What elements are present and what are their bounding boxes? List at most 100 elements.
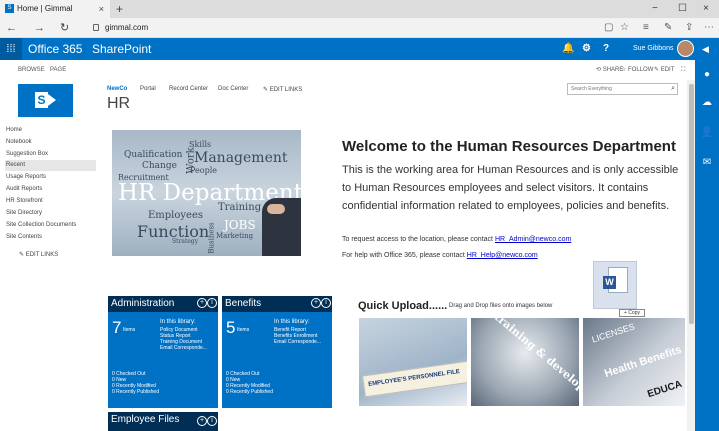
tile-items-label: Items <box>123 327 136 333</box>
office365-title[interactable]: Office 365 <box>28 38 82 60</box>
collapse-panel-icon[interactable]: ◀ <box>702 38 709 60</box>
hr-admin-email-link[interactable]: HR_Admin@newco.com <box>495 236 571 243</box>
quick-upload-subtitle: Drag and Drop files onto images below <box>449 303 553 309</box>
pencil-icon: ✎ <box>19 252 26 258</box>
share-icon[interactable]: ⇪ <box>685 18 693 38</box>
scrollbar-thumb[interactable] <box>689 84 694 324</box>
add-icon[interactable]: + <box>311 298 321 308</box>
settings-gear-icon[interactable]: ⚙ <box>582 38 591 60</box>
more-icon[interactable]: ⋯ <box>704 18 714 38</box>
quick-upload-heading: Quick Upload...... <box>358 300 448 312</box>
user-avatar-icon[interactable]: ● <box>700 68 714 82</box>
favorite-star-icon[interactable]: ☆ <box>620 18 629 38</box>
pencil-icon: ✎ <box>263 87 270 93</box>
quicklaunch-hr-storefront[interactable]: HR Storefront <box>5 196 96 207</box>
administration-tile[interactable]: Administration + i 7 Items In this libra… <box>108 296 218 408</box>
add-icon[interactable]: + <box>197 298 207 308</box>
topnav-portal[interactable]: Portal <box>140 86 156 92</box>
people-icon[interactable]: 👤 <box>700 126 714 140</box>
share-icon: ⟲ <box>596 67 603 73</box>
info-icon[interactable]: i <box>207 416 217 426</box>
copy-tooltip: + Copy <box>619 309 645 317</box>
quicklaunch-site-contents[interactable]: Site Contents <box>5 232 96 243</box>
url-field[interactable]: gimmal.com <box>93 18 148 38</box>
tile-title: Administration <box>111 298 175 309</box>
new-tab-button[interactable]: + <box>116 0 123 18</box>
word-icon: W <box>603 276 616 289</box>
personnel-file-dropzone[interactable]: EMPLOYEE'S PERSONNEL FILE <box>359 318 467 406</box>
hub-icon[interactable]: ≡ <box>643 18 649 38</box>
minimize-button[interactable]: − <box>652 0 658 18</box>
cloud-icon[interactable]: ☁ <box>700 96 714 110</box>
back-icon[interactable]: ← <box>6 18 17 38</box>
benefits-tile[interactable]: Benefits + i 5 Items In this library: Be… <box>222 296 332 408</box>
web-note-icon[interactable]: ✎ <box>664 18 672 38</box>
search-icon[interactable]: ⌕ <box>671 84 675 94</box>
topnav-edit-links[interactable]: ✎ EDIT LINKS <box>263 86 302 93</box>
follow-button[interactable]: ☆ FOLLOW <box>621 60 653 80</box>
employee-files-tile[interactable]: Employee Files + i <box>108 412 218 431</box>
quicklaunch-home[interactable]: Home <box>5 125 96 136</box>
right-side-panel: ● ☁ 👤 ✉ <box>695 60 719 431</box>
tile-lib-item[interactable]: Email Correspondе... <box>274 339 321 345</box>
info-icon[interactable]: i <box>207 298 217 308</box>
page-title: HR <box>107 95 131 112</box>
sharepoint-logo-icon: S <box>35 92 48 108</box>
welcome-body: This is the working area for Human Resou… <box>342 164 679 212</box>
user-name[interactable]: Sue Gibbons <box>633 38 673 60</box>
hr-help-email-link[interactable]: HR_Help@newco.com <box>467 252 538 259</box>
welcome-heading: Welcome to the Human Resources Departmen… <box>342 138 676 155</box>
quicklaunch-site-directory[interactable]: Site Directory <box>5 208 96 219</box>
health-benefits-dropzone[interactable]: LICENSES Health Benefits EDUCA <box>583 318 685 406</box>
quicklaunch-audit-reports[interactable]: Audit Reports <box>5 184 96 195</box>
quicklaunch-usage-reports[interactable]: Usage Reports <box>5 172 96 183</box>
reading-view-icon[interactable]: ▢ <box>604 18 613 38</box>
tile-lib-label: In this library: <box>274 319 310 325</box>
hand-skin <box>267 204 285 214</box>
outlook-notification-icon[interactable]: ✉ <box>700 156 714 170</box>
dropzone-text: EMPLOYEE'S PERSONNEL FILE <box>367 369 461 388</box>
avatar[interactable] <box>677 40 694 57</box>
edit-button[interactable]: ✎ EDIT <box>654 60 674 80</box>
quicklaunch-edit-links[interactable]: ✎ EDIT LINKS <box>5 250 96 261</box>
site-logo[interactable]: S <box>18 84 73 117</box>
dragged-word-file[interactable]: W <box>593 261 637 309</box>
app-launcher-icon[interactable]: ⁞⁞⁞ <box>0 38 22 60</box>
focus-content-icon[interactable]: ⛶ <box>681 60 685 80</box>
tab-close-icon[interactable]: × <box>99 0 104 18</box>
sharepoint-title[interactable]: SharePoint <box>92 38 151 60</box>
ribbon-tab-page[interactable]: PAGE <box>50 60 66 80</box>
quicklaunch-site-collection-documents[interactable]: Site Collection Documents <box>5 220 96 231</box>
access-contact-line: To request access to the location, pleas… <box>342 236 571 243</box>
help-icon[interactable]: ? <box>603 38 609 60</box>
training-development-dropzone[interactable]: training & development <box>471 318 579 406</box>
quicklaunch-suggestion-box[interactable]: Suggestion Box <box>5 149 96 160</box>
topnav-record-center[interactable]: Record Center <box>169 86 208 92</box>
suite-bar: ⁞⁞⁞ Office 365 SharePoint 🔔 ⚙ ? Sue Gibb… <box>0 38 719 60</box>
tile-title: Benefits <box>225 298 262 309</box>
topnav-newco[interactable]: NewCo <box>107 86 127 92</box>
pencil-icon: ✎ <box>654 67 661 73</box>
dropzone-text: EDUCA <box>646 378 684 401</box>
maximize-button[interactable]: ☐ <box>678 0 687 18</box>
forward-icon[interactable]: → <box>34 18 45 38</box>
ribbon-tab-browse[interactable]: BROWSE <box>18 60 45 80</box>
star-icon: ☆ <box>621 67 629 73</box>
browser-tab-bar: S Home | Gimmal × + − ☐ × <box>0 0 719 18</box>
search-input[interactable]: Search Everything ⌕ <box>567 83 678 95</box>
quicklaunch-notebook[interactable]: Notebook <box>5 137 96 148</box>
topnav-doc-center[interactable]: Doc Center <box>218 86 248 92</box>
refresh-icon[interactable]: ↻ <box>60 18 69 38</box>
tile-stat: 0 Recently Published <box>226 389 273 395</box>
help-contact-line: For help with Office 365, please contact… <box>342 252 538 259</box>
quicklaunch-recent[interactable]: Recent <box>5 160 96 171</box>
share-button[interactable]: ⟲ SHARE <box>596 60 623 80</box>
browser-tab[interactable]: S Home | Gimmal × <box>0 0 110 18</box>
hero-word: Management <box>194 150 288 166</box>
info-icon[interactable]: i <box>321 298 331 308</box>
hero-word: Qualification <box>124 150 183 160</box>
tile-lib-item[interactable]: Email Correspondе... <box>160 345 207 351</box>
add-icon[interactable]: + <box>197 416 207 426</box>
notifications-icon[interactable]: 🔔 <box>562 38 574 60</box>
close-window-button[interactable]: × <box>703 0 709 18</box>
